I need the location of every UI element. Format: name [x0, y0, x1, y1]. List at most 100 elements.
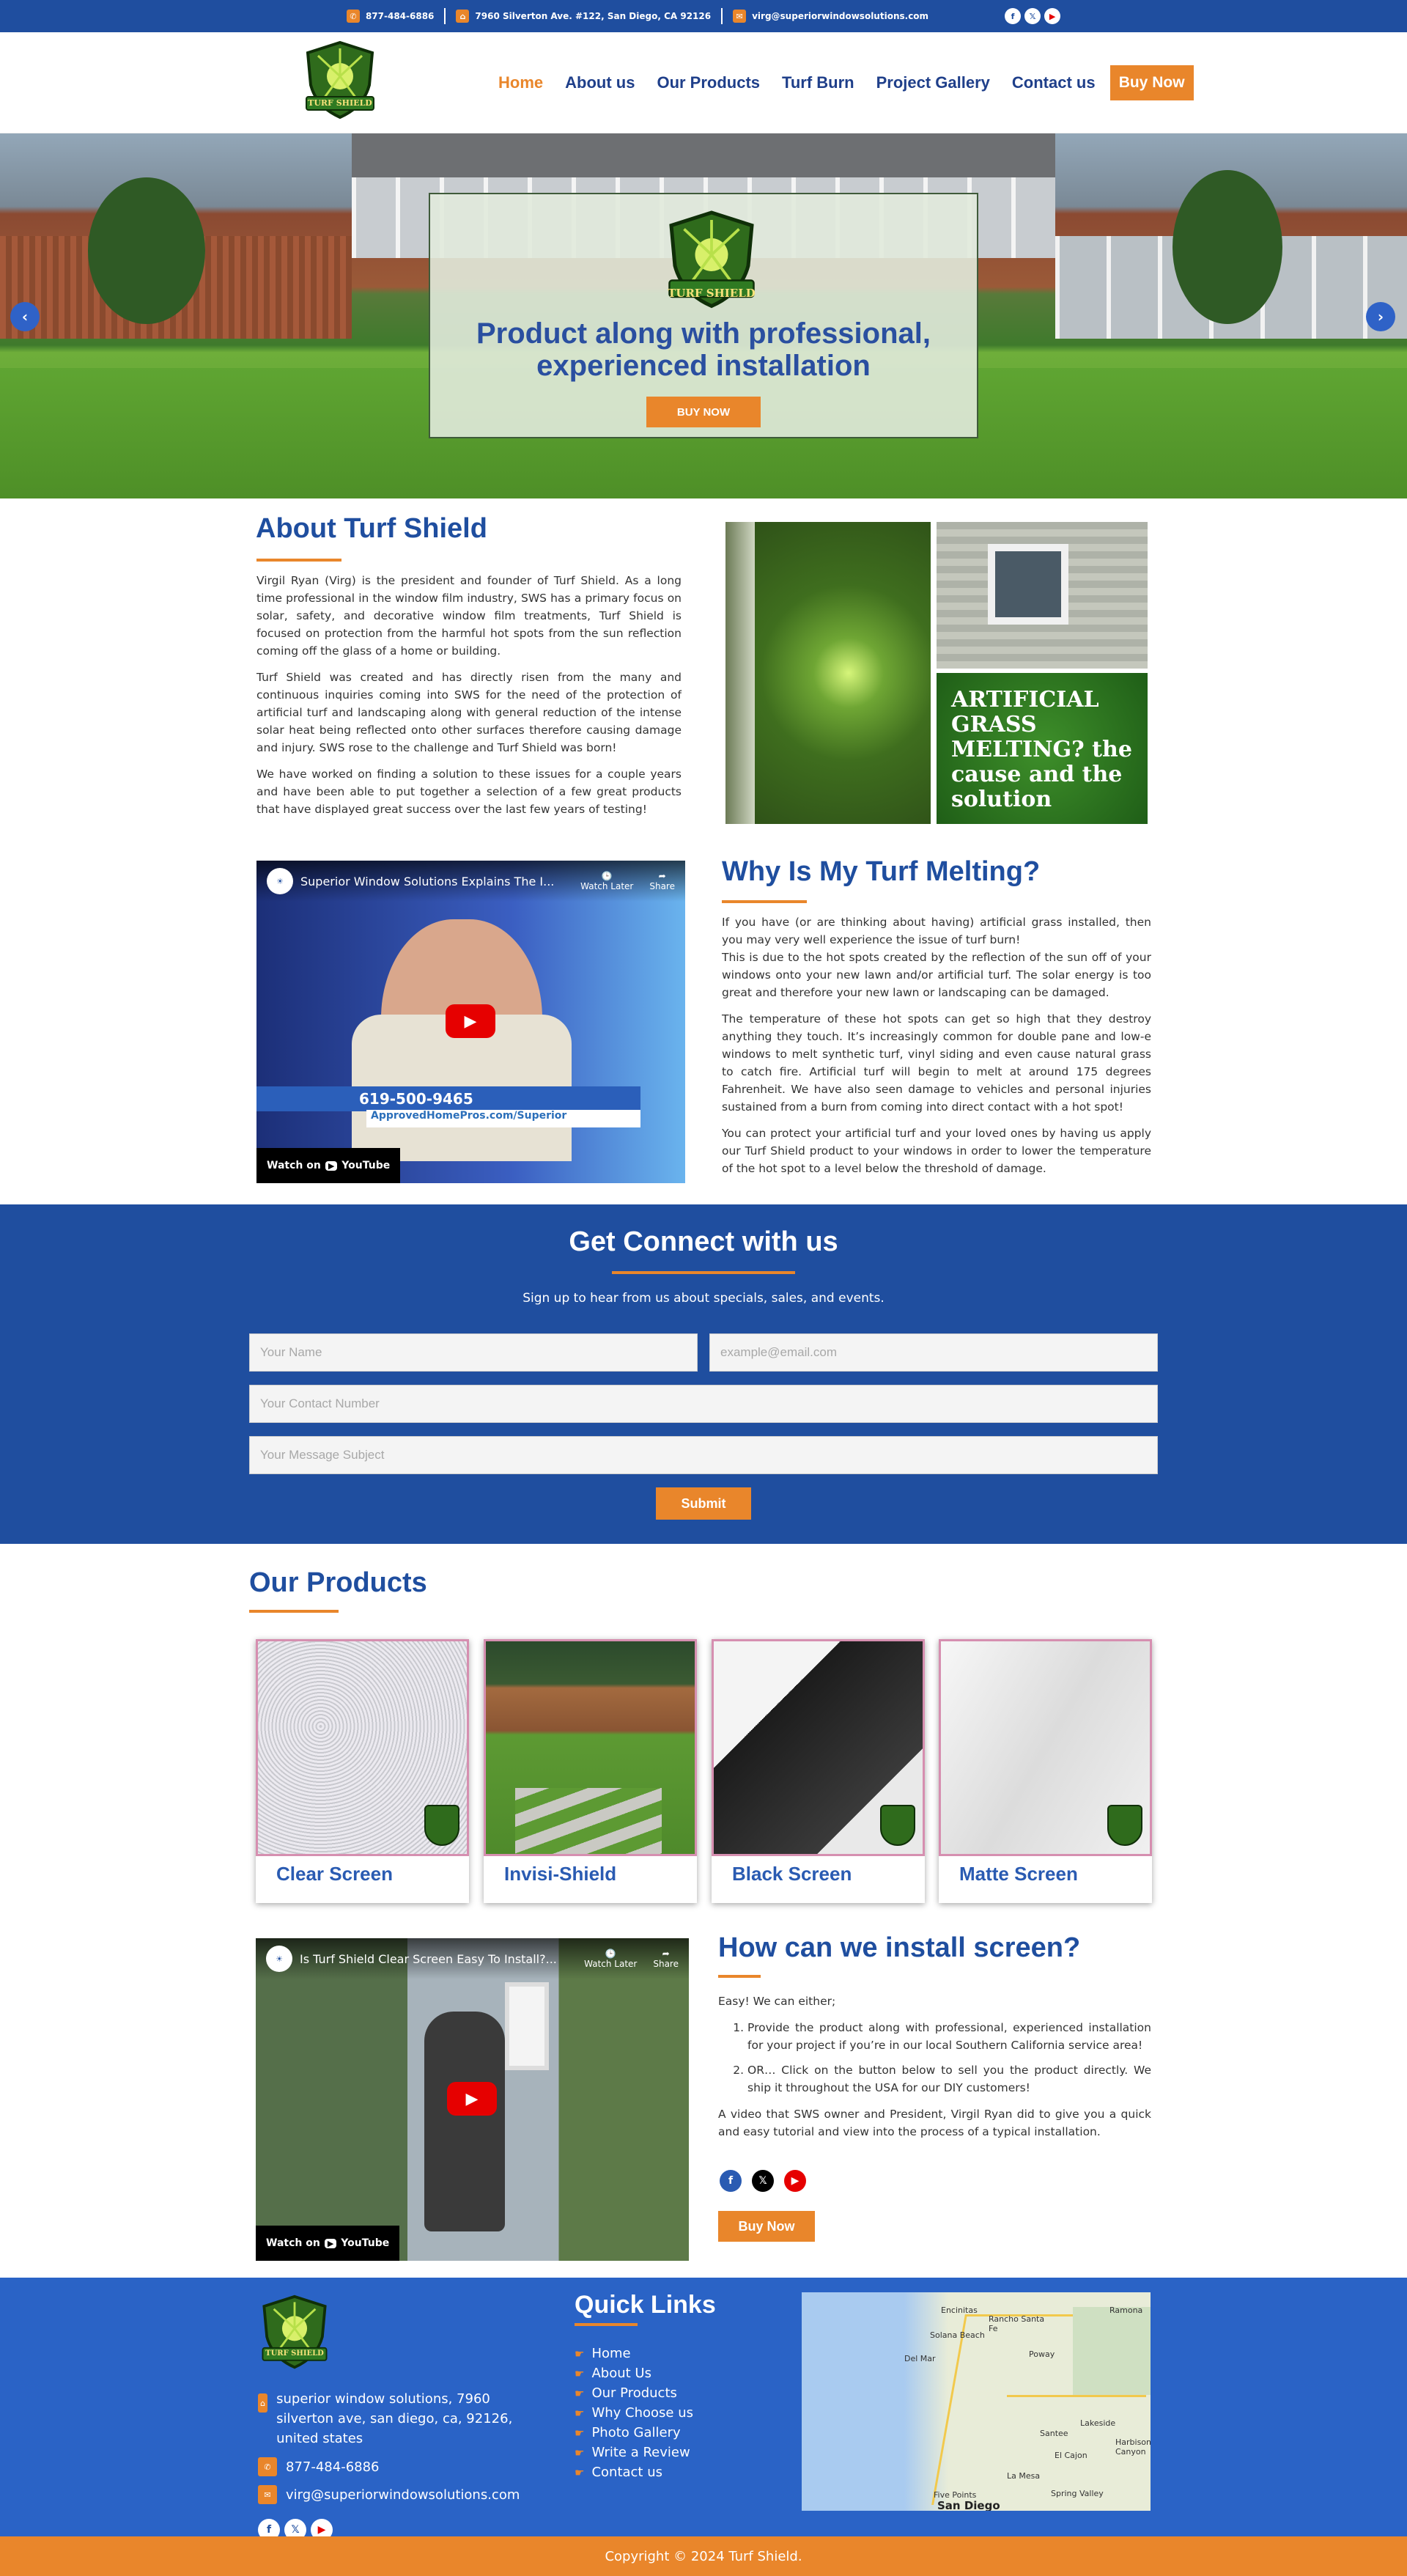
pointing-hand-icon: ☛ [575, 2465, 585, 2479]
footer-link-label[interactable]: Write a Review [591, 2445, 690, 2460]
contact-number-input[interactable]: Your Contact Number [249, 1385, 1158, 1423]
nav-project-gallery[interactable]: Project Gallery [876, 73, 990, 92]
header-logo[interactable]: TURF SHIELD [302, 40, 378, 122]
footer-link-label[interactable]: Contact us [591, 2465, 662, 2480]
watch-on-youtube-link[interactable]: Watch on ▶ YouTube [256, 2226, 400, 2261]
topbar-phone[interactable]: ✆ 877-484-6886 [346, 10, 434, 23]
topbar-email-text[interactable]: virg@superiorwindowsolutions.com [752, 11, 928, 21]
pointing-hand-icon: ☛ [575, 2446, 585, 2459]
product-card-matte-screen[interactable]: Matte Screen [939, 1639, 1152, 1903]
video-title[interactable]: Superior Window Solutions Explains The I… [300, 875, 573, 888]
product-name[interactable]: Black Screen [732, 1863, 852, 1885]
name-input[interactable]: Your Name [249, 1333, 698, 1372]
nav-contact[interactable]: Contact us [1012, 73, 1096, 92]
pointing-hand-icon: ☛ [575, 2386, 585, 2400]
about-title: About Turf Shield [256, 513, 487, 544]
main-nav: Home About us Our Products Turf Burn Pro… [476, 65, 1194, 101]
video-embed-install[interactable]: ☀ Is Turf Shield Clear Screen Easy To In… [256, 1938, 689, 2261]
footer-link-contact[interactable]: ☛ Contact us [575, 2462, 693, 2482]
channel-avatar[interactable]: ☀ [266, 1946, 292, 1972]
youtube-label: YouTube [341, 1160, 391, 1171]
footer-logo[interactable]: TURF SHIELD [258, 2294, 331, 2371]
footer-phone-text[interactable]: 877-484-6886 [286, 2459, 380, 2475]
nav-about[interactable]: About us [565, 73, 635, 92]
topbar-email[interactable]: ✉ virg@superiorwindowsolutions.com [733, 10, 928, 23]
divider [444, 8, 446, 24]
x-icon[interactable]: 𝕏 [752, 2170, 774, 2192]
footer-link-label[interactable]: Photo Gallery [591, 2425, 680, 2440]
product-card-clear-screen[interactable]: Clear Screen [256, 1639, 469, 1903]
footer-map[interactable]: Encinitas Rancho Santa Fe Ramona Solana … [802, 2292, 1151, 2511]
nav-turf-burn[interactable]: Turf Burn [782, 73, 854, 92]
nav-products[interactable]: Our Products [657, 73, 760, 92]
hero-buy-now-button[interactable]: BUY NOW [646, 397, 761, 427]
topbar-address: ⌂ 7960 Silverton Ave. #122, San Diego, C… [456, 10, 711, 23]
footer-link-write-review[interactable]: ☛ Write a Review [575, 2443, 693, 2462]
video-title[interactable]: Is Turf Shield Clear Screen Easy To Inst… [300, 1952, 577, 1966]
email-icon: ✉ [258, 2485, 277, 2504]
youtube-icon[interactable]: ▶ [1044, 8, 1061, 24]
youtube-play-button[interactable]: ▶ [447, 2082, 497, 2116]
footer-link-label[interactable]: Home [591, 2346, 630, 2361]
channel-avatar[interactable]: ☀ [267, 868, 293, 894]
shield-logo-icon [424, 1805, 459, 1846]
clock-icon: 🕒 [605, 1948, 616, 1959]
map-icon: ⌂ [258, 2393, 268, 2413]
youtube-icon[interactable]: ▶ [784, 2170, 806, 2192]
footer-link-why-choose-us[interactable]: ☛ Why Choose us [575, 2403, 693, 2423]
youtube-play-button[interactable]: ▶ [446, 1004, 495, 1038]
facebook-icon[interactable]: f [1005, 8, 1022, 24]
watch-on-youtube-link[interactable]: Watch on ▶ YouTube [256, 1148, 401, 1183]
slider-prev-button[interactable]: ‹ [10, 302, 40, 331]
share-icon: ➦ [662, 1948, 670, 1959]
footer-link-label[interactable]: Our Products [591, 2385, 676, 2401]
map-label: Rancho Santa Fe [989, 2314, 1045, 2333]
watch-later-button[interactable]: 🕒 Watch Later [584, 1948, 637, 1969]
slider-next-button[interactable]: › [1366, 302, 1395, 331]
product-name[interactable]: Invisi-Shield [504, 1863, 616, 1885]
footer-email-text[interactable]: virg@superiorwindowsolutions.com [286, 2487, 520, 2503]
install-buy-now-button[interactable]: Buy Now [718, 2211, 815, 2242]
phone-icon: ✆ [346, 10, 360, 23]
footer-link-home[interactable]: ☛ Home [575, 2344, 693, 2363]
install-option-text: OR… Click on the button below to sell yo… [747, 2064, 1151, 2094]
facebook-icon[interactable]: f [720, 2170, 742, 2192]
footer-link-photo-gallery[interactable]: ☛ Photo Gallery [575, 2423, 693, 2443]
install-option: OR… Click on the button below to sell yo… [747, 2061, 1151, 2097]
footer-email[interactable]: ✉ virg@superiorwindowsolutions.com [258, 2485, 551, 2504]
x-icon[interactable]: 𝕏 [1024, 8, 1041, 24]
nav-home[interactable]: Home [498, 73, 543, 92]
footer-link-label[interactable]: Why Choose us [591, 2405, 693, 2421]
map-label: Encinitas [941, 2305, 978, 2315]
product-name[interactable]: Clear Screen [276, 1863, 393, 1885]
footer-phone[interactable]: ✆ 877-484-6886 [258, 2457, 551, 2476]
install-outro: A video that SWS owner and President, Vi… [718, 2108, 1151, 2138]
product-image[interactable] [484, 1639, 697, 1856]
map-road [1007, 2395, 1146, 2397]
map-label: La Mesa [1007, 2471, 1041, 2481]
share-button[interactable]: ➦ Share [653, 1948, 679, 1969]
product-name[interactable]: Matte Screen [959, 1863, 1078, 1885]
submit-button[interactable]: Submit [656, 1487, 751, 1520]
footer-link-about[interactable]: ☛ About Us [575, 2363, 693, 2383]
footer-link-label[interactable]: About Us [591, 2366, 651, 2381]
product-card-invisi-shield[interactable]: Invisi-Shield [484, 1639, 697, 1903]
melting-paragraph: You can protect your artificial turf and… [722, 1127, 1151, 1175]
melting-paragraph: The temperature of these hot spots can g… [722, 1012, 1151, 1114]
message-subject-input[interactable]: Your Message Subject [249, 1436, 1158, 1474]
map-label: Harbison Canyon [1115, 2437, 1151, 2457]
header-logo-text: TURF SHIELD [308, 98, 372, 108]
map-label: Santee [1040, 2429, 1068, 2438]
melting-paragraph: This is due to the hot spots created by … [722, 951, 1151, 999]
turf-photo [725, 522, 931, 824]
share-button[interactable]: ➦ Share [649, 871, 675, 891]
email-input[interactable]: example@email.com [709, 1333, 1158, 1372]
watch-later-button[interactable]: 🕒 Watch Later [580, 871, 633, 891]
product-card-black-screen[interactable]: Black Screen [712, 1639, 925, 1903]
topbar-phone-text[interactable]: 877-484-6886 [366, 11, 434, 21]
footer-link-products[interactable]: ☛ Our Products [575, 2383, 693, 2403]
site-footer: TURF SHIELD ⌂ superior window solutions,… [0, 2278, 1407, 2541]
header-buy-now-button[interactable]: Buy Now [1109, 65, 1194, 100]
install-option: Provide the product along with professio… [747, 2019, 1151, 2054]
video-embed-turf-melting[interactable]: 619-500-9465 ApprovedHomePros.com/Superi… [256, 861, 685, 1183]
